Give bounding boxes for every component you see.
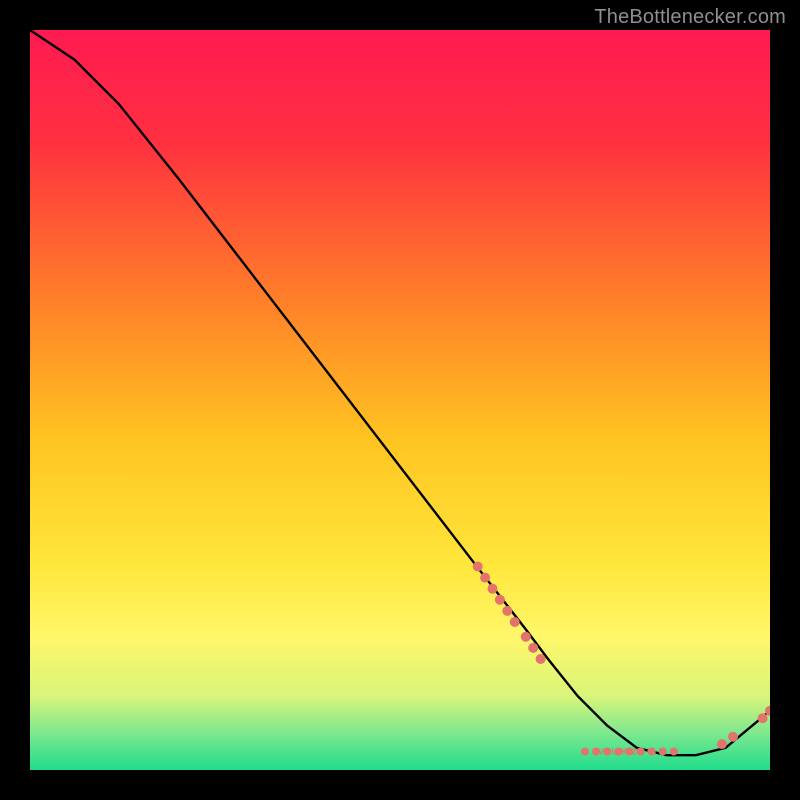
curve-layer: NVIDIA K5200 vs [30,30,770,770]
bottleneck-curve [30,30,770,755]
data-point [528,643,538,653]
data-point [728,732,738,742]
chart-stage: NVIDIA K5200 vs TheBottlenecker.com [0,0,800,800]
data-point [670,748,678,756]
data-point [717,739,727,749]
data-point [581,748,589,756]
data-point [495,595,505,605]
plot-area: NVIDIA K5200 vs [30,30,770,770]
data-point [480,573,490,583]
data-point [659,748,667,756]
data-point [521,632,531,642]
marker-group [473,562,770,756]
data-point [502,606,512,616]
data-point [488,584,498,594]
data-point [758,713,768,723]
data-point [536,654,546,664]
data-point [510,617,520,627]
series-label: NVIDIA K5200 vs [592,748,656,757]
watermark-text: TheBottlenecker.com [594,6,786,29]
data-point [473,562,483,572]
